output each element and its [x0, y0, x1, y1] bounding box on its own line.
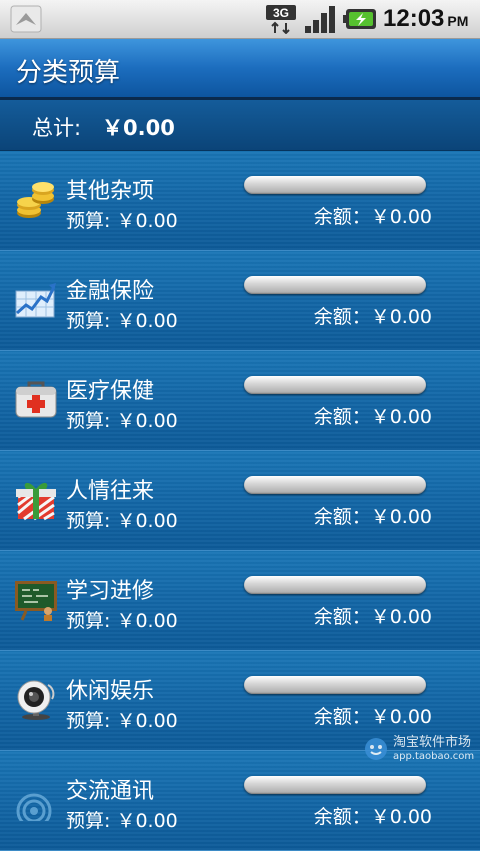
category-budget: 预算: ￥0.00 [66, 310, 178, 332]
list-item[interactable]: 其他杂项 预算: ￥0.00 余额：￥0.00 [0, 151, 480, 251]
category-name: 交流通讯 [66, 779, 155, 804]
total-value: ￥0.00 [102, 116, 175, 140]
watermark-url: app.taobao.com [393, 750, 475, 762]
status-bar: 3G 12:03 PM [0, 0, 480, 39]
category-name: 金融保险 [66, 279, 155, 304]
total-summary: 总计: ￥0.00 [0, 100, 480, 151]
total-label: 总计: [32, 116, 82, 140]
budget-progress-bar [244, 576, 426, 594]
category-budget: 预算: ￥0.00 [66, 210, 178, 232]
webcam-icon [17, 680, 55, 720]
category-budget: 预算: ￥0.00 [66, 610, 178, 632]
category-name: 医疗保健 [66, 379, 155, 404]
budget-progress-bar [244, 676, 426, 694]
category-balance: 余额：￥0.00 [313, 706, 432, 728]
clock-ampm: PM [447, 13, 469, 29]
category-balance: 余额：￥0.00 [313, 806, 432, 828]
budget-progress-bar [244, 776, 426, 794]
budget-progress-bar [244, 376, 426, 394]
category-budget: 预算: ￥0.00 [66, 810, 178, 832]
category-balance: 余额：￥0.00 [313, 506, 432, 528]
category-name: 其他杂项 [66, 179, 155, 204]
list-item[interactable]: 医疗保健 预算: ￥0.00 余额：￥0.00 [0, 351, 480, 451]
category-budget: 预算: ￥0.00 [66, 410, 178, 432]
stock-chart-icon [15, 283, 56, 318]
category-name: 人情往来 [66, 479, 155, 504]
coins-icon [17, 182, 54, 218]
gift-icon [16, 482, 56, 521]
taobao-logo-icon [365, 738, 387, 760]
category-balance: 余额：￥0.00 [313, 606, 432, 628]
first-aid-kit-icon [15, 381, 57, 418]
app-notification-icon [10, 5, 42, 33]
category-balance: 余额：￥0.00 [313, 206, 432, 228]
list-item[interactable]: 学习进修 预算: ￥0.00 余额：￥0.00 [0, 551, 480, 651]
clock-time: 12:03 [383, 5, 445, 32]
signal-strength-icon [305, 6, 335, 33]
battery-charging-icon [343, 9, 376, 29]
category-name: 学习进修 [66, 579, 155, 604]
budget-progress-bar [244, 276, 426, 294]
clock: 12:03 PM [383, 5, 468, 33]
category-balance: 余额：￥0.00 [313, 306, 432, 328]
category-name: 休闲娱乐 [66, 679, 155, 704]
category-budget: 预算: ￥0.00 [66, 510, 178, 532]
list-item[interactable]: 金融保险 预算: ￥0.00 余额：￥0.00 [0, 251, 480, 351]
network-3g-icon: 3G [266, 5, 296, 34]
budget-progress-bar [244, 476, 426, 494]
taobao-watermark: 淘宝软件市场 app.taobao.com [364, 731, 474, 767]
watermark-title: 淘宝软件市场 [393, 735, 472, 751]
page-title: 分类预算 [16, 58, 121, 88]
signal-icon [16, 793, 52, 821]
list-item[interactable]: 人情往来 预算: ￥0.00 余额：￥0.00 [0, 451, 480, 551]
title-bar: 分类预算 [0, 39, 480, 100]
category-balance: 余额：￥0.00 [313, 406, 432, 428]
svg-text:3G: 3G [273, 6, 289, 20]
budget-progress-bar [244, 176, 426, 194]
category-budget: 预算: ￥0.00 [66, 710, 178, 732]
chalkboard-icon [15, 581, 57, 621]
